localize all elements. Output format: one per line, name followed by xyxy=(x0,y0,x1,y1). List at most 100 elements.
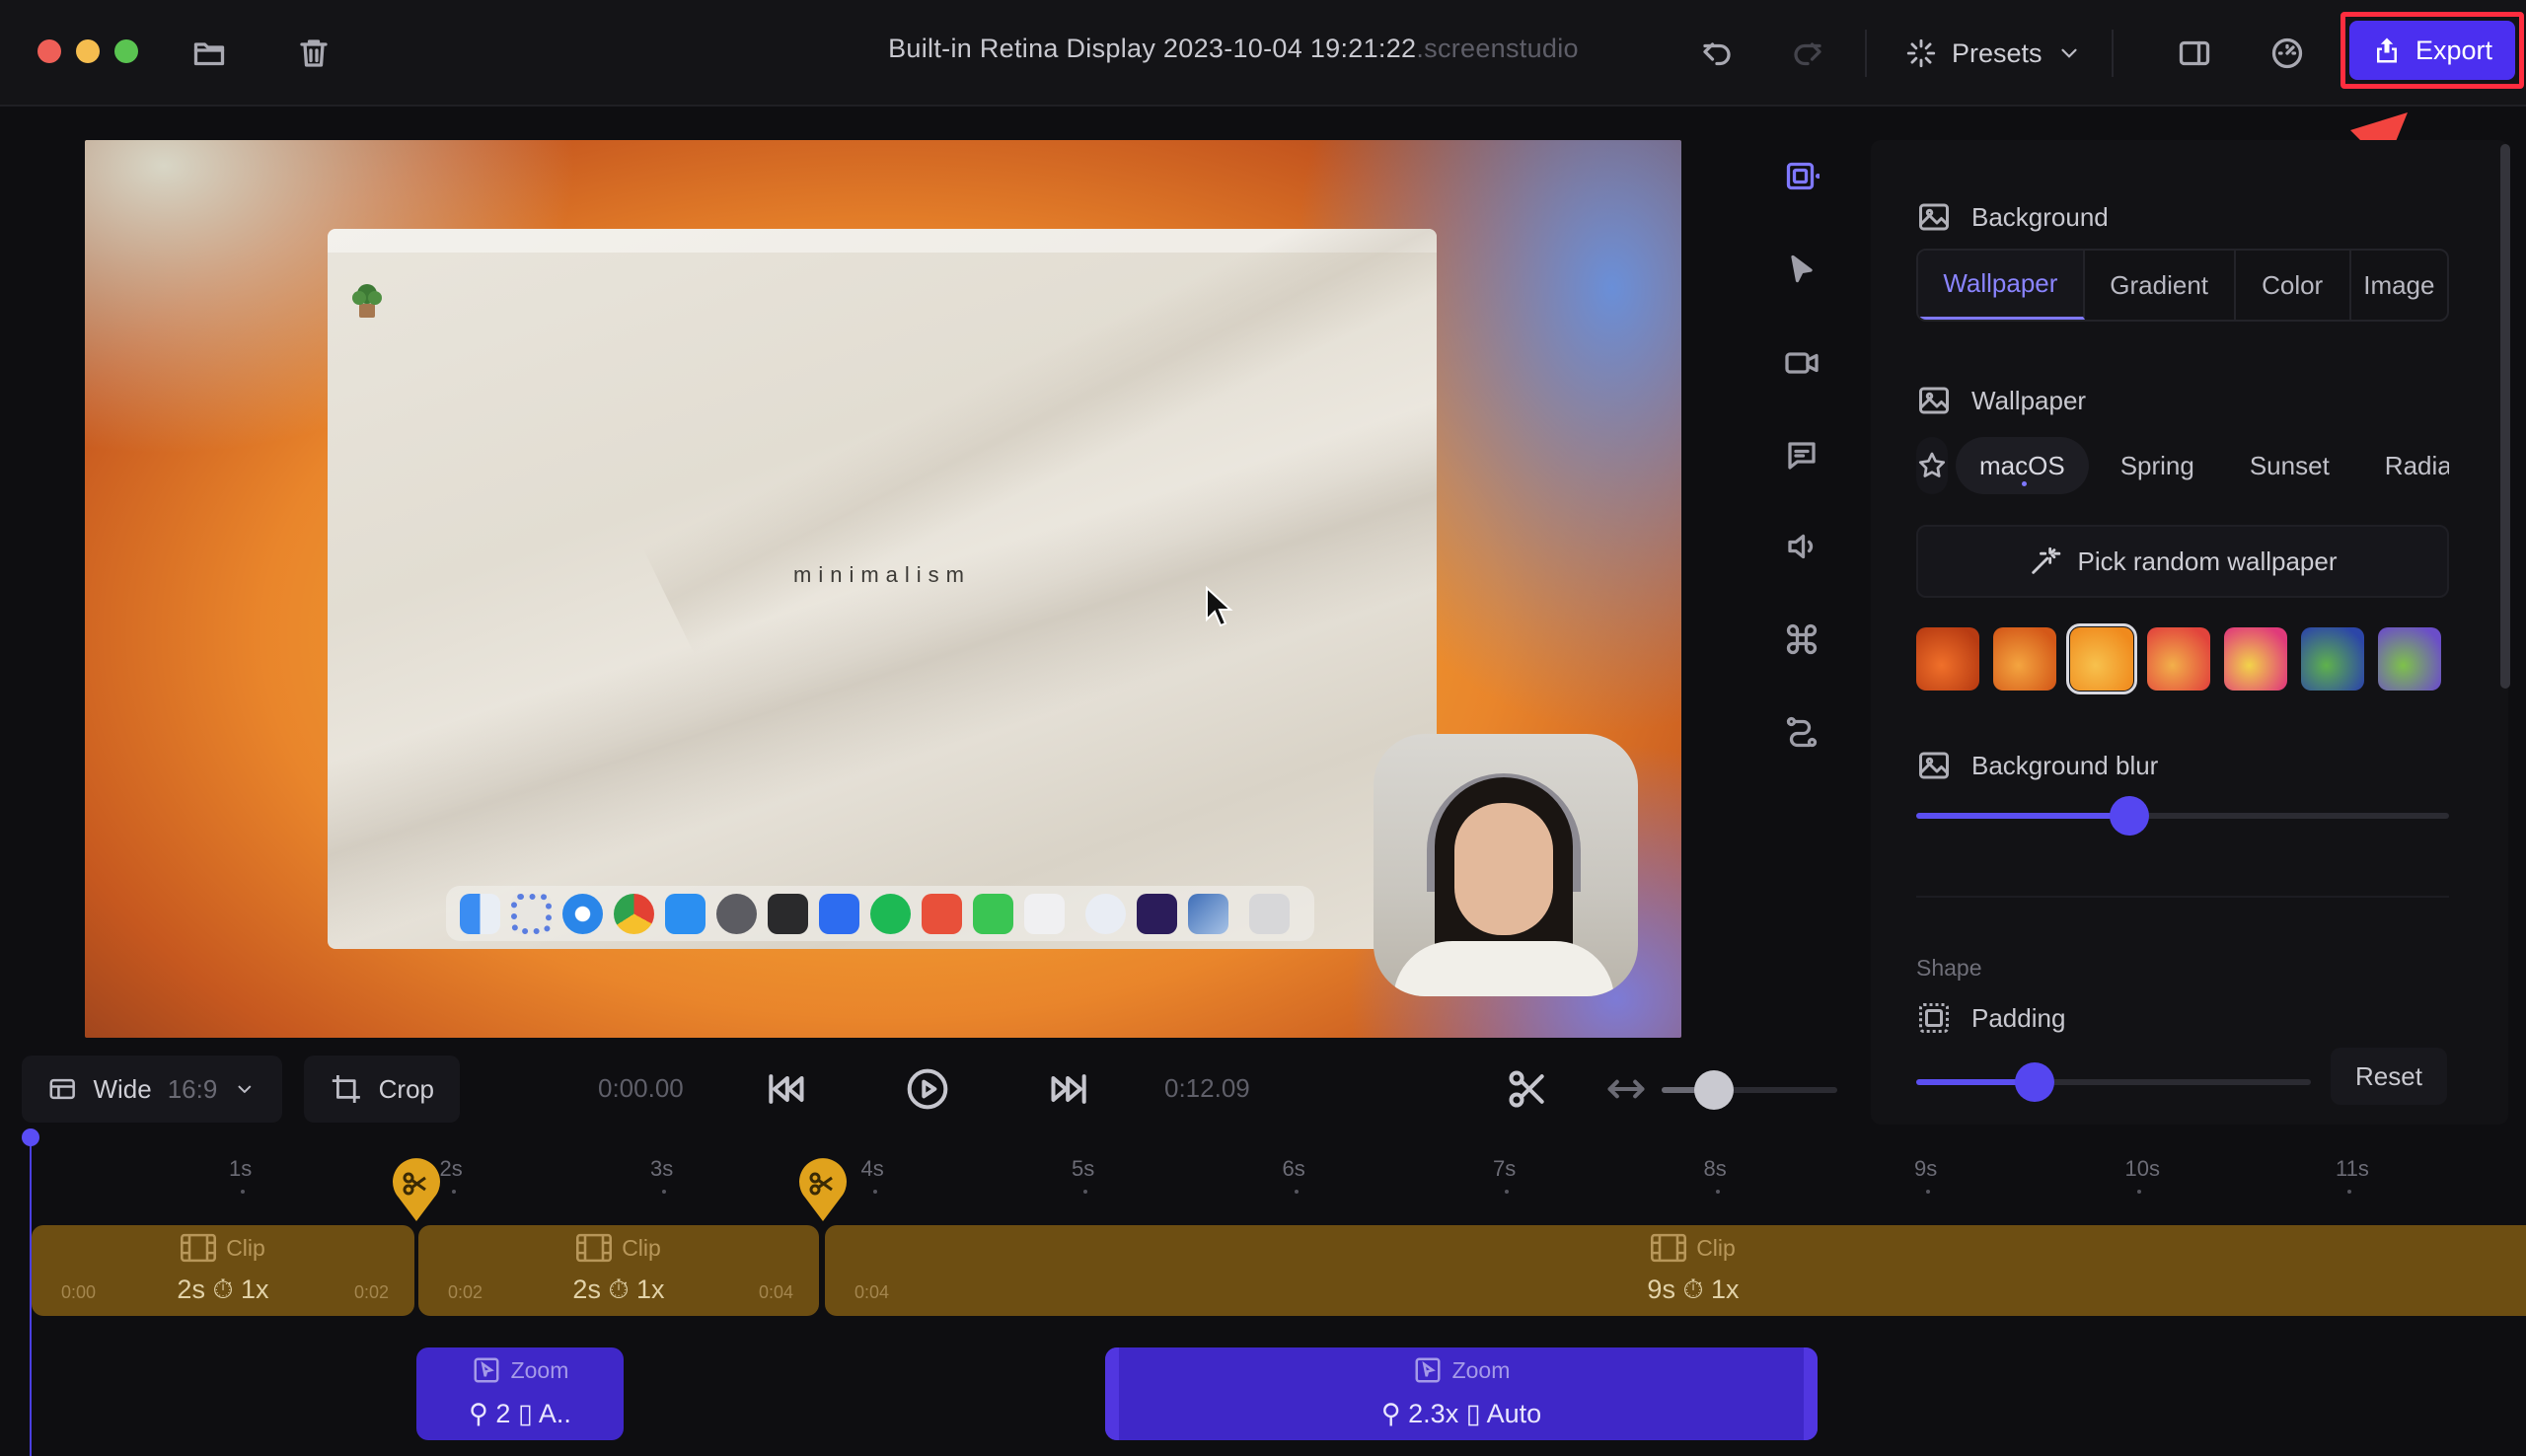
audio-tool-button[interactable] xyxy=(1776,521,1827,572)
camera-tool-button[interactable] xyxy=(1776,337,1827,389)
window-title: Built-in Retina Display 2023-10-04 19:21… xyxy=(789,34,1677,64)
zoom-segment-1[interactable]: Zoom ⚲ 2 ▯ A.. xyxy=(416,1347,624,1440)
slider-knob[interactable] xyxy=(2110,796,2149,836)
ruler-tick-mark xyxy=(1505,1190,1509,1194)
padding-title: Padding xyxy=(1971,1002,2066,1033)
pick-random-wallpaper-button[interactable]: Pick random wallpaper xyxy=(1916,525,2449,598)
playhead-handle[interactable] xyxy=(22,1128,39,1146)
wallpaper-thumbnail[interactable] xyxy=(1916,627,1979,691)
wallpaper-thumbnail[interactable] xyxy=(2066,623,2137,694)
wallpaper-thumbnail[interactable] xyxy=(1993,627,2056,691)
window-title-extension: .screenstudio xyxy=(1416,34,1579,63)
webcam-overlay[interactable] xyxy=(1374,734,1638,996)
zoom-mode: A.. xyxy=(538,1399,571,1428)
minimize-window-button[interactable] xyxy=(76,39,100,63)
skip-back-icon xyxy=(769,1074,804,1104)
clip-start-time: 0:04 xyxy=(854,1282,890,1302)
cursor-tool-button[interactable] xyxy=(1776,245,1827,296)
skip-forward-button[interactable] xyxy=(1042,1063,1097,1115)
line-icon xyxy=(973,893,1013,934)
ruler-tick-label: 4s xyxy=(860,1156,884,1181)
performance-button[interactable] xyxy=(2262,28,2313,79)
timeline-clip-2[interactable]: Clip 2s ⏱ 1x 0:02 0:04 xyxy=(418,1225,819,1316)
fit-timeline-button[interactable] xyxy=(1598,1063,1654,1115)
favorites-button[interactable] xyxy=(1916,437,1948,494)
open-folder-button[interactable] xyxy=(184,28,235,79)
motion-tool-button[interactable] xyxy=(1776,706,1827,758)
ruler-tick-mark xyxy=(1715,1190,1720,1194)
ruler-tick-mark xyxy=(451,1190,456,1194)
chrome-icon xyxy=(614,893,654,934)
presets-dropdown[interactable]: Presets xyxy=(1904,28,2082,79)
plant-icon xyxy=(352,284,382,318)
chip-radial[interactable]: Radia xyxy=(2361,437,2449,494)
star-icon xyxy=(1918,452,1946,477)
wallpaper-thumbnail[interactable] xyxy=(2147,627,2210,691)
ruler-tick-mark xyxy=(2347,1190,2351,1194)
zoom-segment-2[interactable]: Zoom ⚲ 2.3x ▯ Auto xyxy=(1105,1347,1818,1440)
aspect-ratio-value: 16:9 xyxy=(167,1073,218,1104)
toggle-sidebar-button[interactable] xyxy=(2169,28,2220,79)
timeline-zoom-slider[interactable] xyxy=(1662,1070,1837,1110)
app-icon xyxy=(922,893,962,934)
tab-image[interactable]: Image xyxy=(2351,251,2447,320)
chat-bubble-icon xyxy=(1788,442,1816,470)
zoom-app-icon xyxy=(819,893,859,934)
aspect-ratio-dropdown[interactable]: Wide 16:9 xyxy=(22,1056,282,1123)
export-highlight-box: Export xyxy=(2340,12,2524,89)
cut-marker-icon[interactable] xyxy=(387,1154,446,1223)
wallpaper-thumbnail[interactable] xyxy=(2301,627,2364,691)
zoom-label: Zoom xyxy=(1451,1356,1511,1383)
ruler-tick-label: 11s xyxy=(2336,1156,2369,1181)
total-time: 0:12.09 xyxy=(1164,1073,1250,1103)
tab-wallpaper[interactable]: Wallpaper xyxy=(1918,251,2085,320)
blur-section-header: Background blur xyxy=(1916,748,2158,783)
undo-button[interactable] xyxy=(1691,28,1743,79)
ruler-tick-mark xyxy=(2136,1190,2141,1194)
captions-tool-button[interactable] xyxy=(1776,430,1827,481)
sparkle-icon xyxy=(1906,38,1936,68)
timeline-clip-1[interactable]: Clip 2s ⏱ 1x 0:00 0:02 xyxy=(32,1225,414,1316)
export-button[interactable]: Export xyxy=(2349,21,2515,80)
tab-gradient[interactable]: Gradient xyxy=(2085,251,2236,320)
slider-knob[interactable] xyxy=(2015,1062,2054,1102)
presets-label: Presets xyxy=(1952,37,2043,68)
split-clip-button[interactable] xyxy=(1500,1063,1555,1115)
zoom-window-button[interactable] xyxy=(114,39,138,63)
background-tool-button[interactable] xyxy=(1776,152,1827,203)
chip-macos[interactable]: macOS xyxy=(1956,437,2089,494)
reset-padding-button[interactable]: Reset xyxy=(2331,1048,2447,1105)
zoom-cursor-icon xyxy=(474,1357,499,1383)
clip-label: Clip xyxy=(226,1234,265,1261)
clip-duration: 2s xyxy=(572,1274,601,1304)
timeline-clip-3[interactable]: Clip 9s ⏱ 1x 0:04 xyxy=(825,1225,2526,1316)
window-title-name: Built-in Retina Display 2023-10-04 19:21… xyxy=(888,34,1417,63)
crop-button[interactable]: Crop xyxy=(304,1056,460,1123)
app-store-icon xyxy=(665,893,706,934)
screenstudio-icon xyxy=(1137,893,1177,934)
play-icon xyxy=(907,1068,948,1110)
video-preview[interactable]: minimalism xyxy=(85,140,1681,1038)
pick-random-label: Pick random wallpaper xyxy=(2077,546,2338,576)
panel-scrollbar[interactable] xyxy=(2500,144,2510,689)
wallpaper-thumbnail[interactable] xyxy=(2224,627,2287,691)
close-window-button[interactable] xyxy=(37,39,61,63)
cut-marker-icon[interactable] xyxy=(793,1154,853,1223)
play-button[interactable] xyxy=(900,1063,955,1115)
padding-slider[interactable] xyxy=(1916,1062,2311,1102)
redo-button[interactable] xyxy=(1782,28,1833,79)
background-blur-slider[interactable] xyxy=(1916,796,2449,836)
film-icon xyxy=(181,1233,217,1263)
share-icon xyxy=(2376,37,2397,63)
shortcuts-tool-button[interactable] xyxy=(1776,614,1827,665)
skip-back-button[interactable] xyxy=(758,1063,813,1115)
chip-spring[interactable]: Spring xyxy=(2097,437,2218,494)
blur-title: Background blur xyxy=(1971,750,2159,780)
delete-button[interactable] xyxy=(288,28,339,79)
chip-sunset[interactable]: Sunset xyxy=(2226,437,2353,494)
slider-knob[interactable] xyxy=(1694,1070,1735,1110)
crop-icon xyxy=(332,1074,360,1104)
dictionary-icon xyxy=(1024,893,1065,934)
wallpaper-thumbnail[interactable] xyxy=(2378,627,2441,691)
tab-color[interactable]: Color xyxy=(2236,251,2351,320)
